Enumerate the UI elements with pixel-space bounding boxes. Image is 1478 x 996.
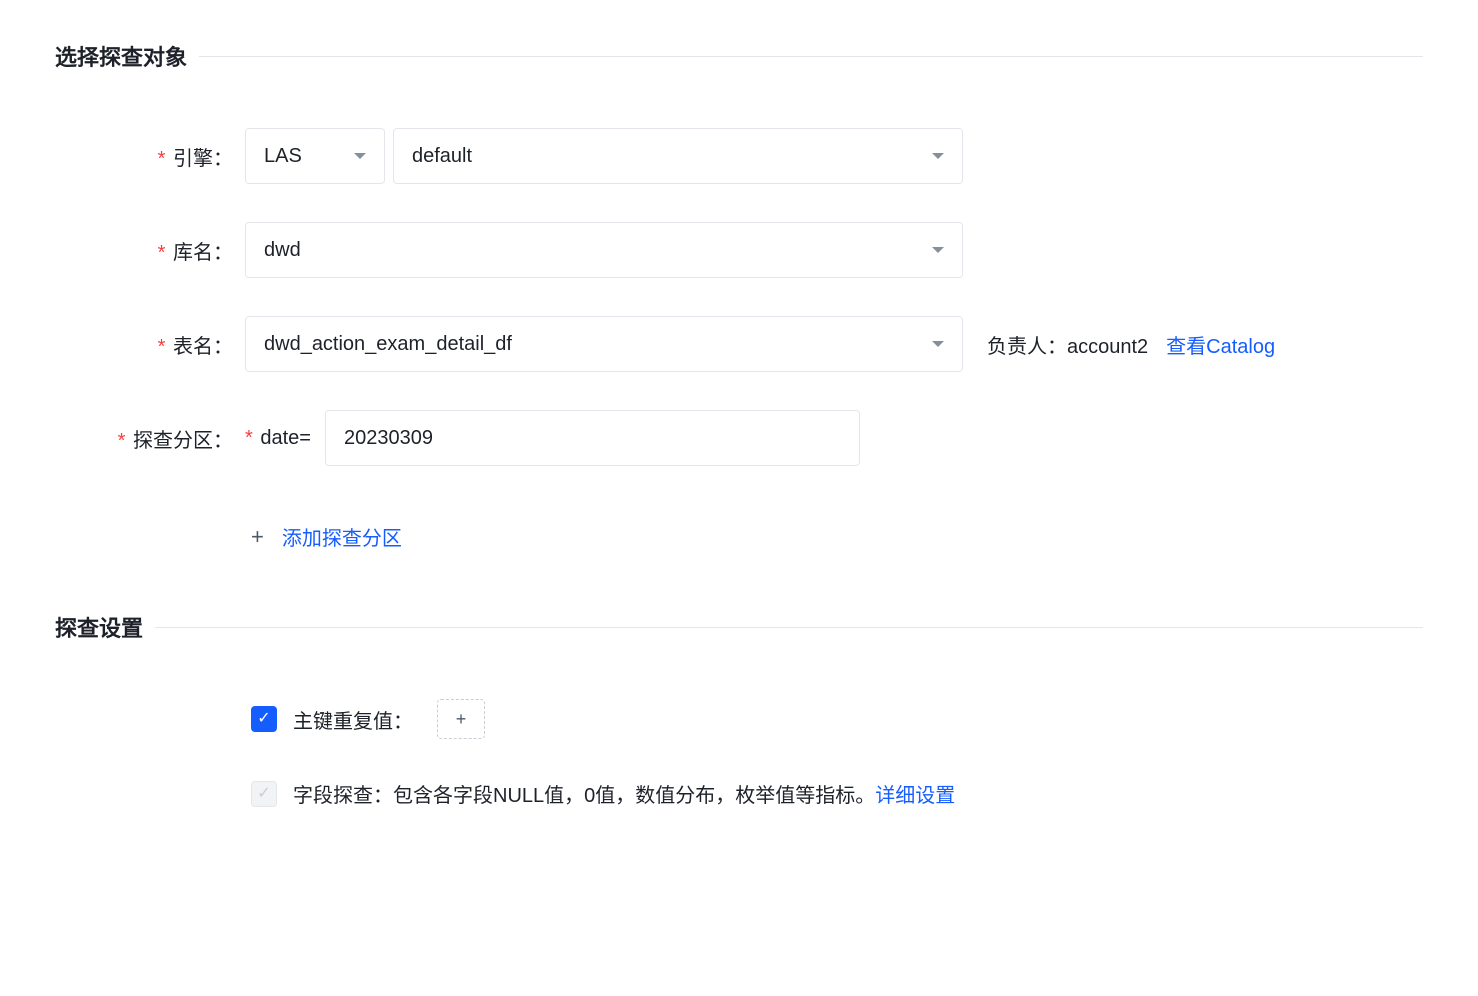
field-probe-label: 字段探查：包含各字段NULL值，0值，数值分布，枚举值等指标。详细设置 (293, 779, 955, 808)
primary-key-label: 主键重复值： (293, 705, 413, 734)
section-header: 探查设置 (55, 611, 1423, 643)
owner-text: 负责人：account2 (987, 330, 1148, 359)
check-icon: ✓ (257, 786, 270, 802)
plus-icon: + (251, 526, 264, 548)
add-primary-key-button[interactable]: + (437, 699, 485, 739)
section-settings: 探查设置 ✓ 主键重复值： + ✓ 字段探查：包含各字段NULL值，0值，数值分… (55, 611, 1423, 808)
chevron-down-icon (932, 153, 944, 159)
divider (199, 56, 1423, 57)
table-value: dwd_action_exam_detail_df (264, 333, 512, 356)
primary-key-checkbox[interactable]: ✓ (251, 706, 277, 732)
chevron-down-icon (932, 341, 944, 347)
engine-label: * 引擎： (55, 142, 245, 171)
required-asterisk: * (158, 148, 166, 170)
partition-date-input[interactable] (325, 410, 860, 466)
row-field-probe: ✓ 字段探查：包含各字段NULL值，0值，数值分布，枚举值等指标。详细设置 (251, 779, 1423, 808)
section-select-object: 选择探查对象 * 引擎： LAS default * (55, 40, 1423, 551)
add-partition-button[interactable]: + 添加探查分区 (251, 522, 1423, 551)
chevron-down-icon (932, 247, 944, 253)
required-asterisk: * (158, 336, 166, 358)
table-label: * 表名： (55, 330, 245, 359)
divider (155, 627, 1423, 628)
check-icon: ✓ (257, 711, 270, 727)
section-title: 选择探查对象 (55, 40, 187, 72)
field-probe-checkbox[interactable]: ✓ (251, 781, 277, 807)
db-label: * 库名： (55, 236, 245, 265)
partition-label: * 探查分区： (55, 424, 245, 453)
engine-select[interactable]: LAS (245, 128, 385, 184)
db-select[interactable]: dwd (245, 222, 963, 278)
row-db: * 库名： dwd (55, 222, 1423, 278)
required-asterisk: * (245, 427, 253, 449)
plus-icon: + (456, 709, 467, 730)
row-primary-key: ✓ 主键重复值： + (251, 699, 1423, 739)
section-header: 选择探查对象 (55, 40, 1423, 72)
detail-settings-link[interactable]: 详细设置 (875, 785, 955, 807)
default-select[interactable]: default (393, 128, 963, 184)
required-asterisk: * (158, 242, 166, 264)
table-select[interactable]: dwd_action_exam_detail_df (245, 316, 963, 372)
required-asterisk: * (118, 430, 126, 452)
section-title: 探查设置 (55, 611, 143, 643)
row-partition: * 探查分区： * date= (55, 410, 1423, 466)
date-label: * date= (245, 427, 311, 450)
row-table: * 表名： dwd_action_exam_detail_df 负责人：acco… (55, 316, 1423, 372)
engine-value: LAS (264, 145, 302, 168)
add-partition-label: 添加探查分区 (282, 522, 402, 551)
db-value: dwd (264, 239, 301, 262)
row-engine: * 引擎： LAS default (55, 128, 1423, 184)
catalog-link[interactable]: 查看Catalog (1166, 330, 1275, 359)
chevron-down-icon (354, 153, 366, 159)
default-value: default (412, 145, 472, 168)
